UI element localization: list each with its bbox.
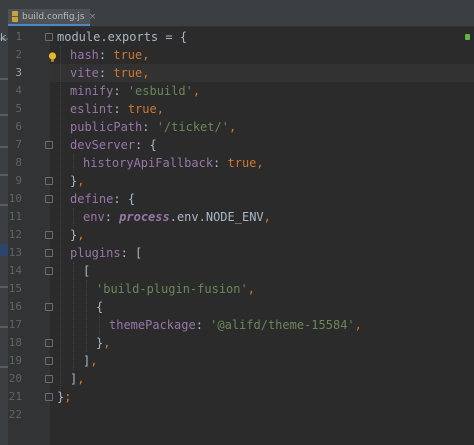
code-line-19[interactable]: ], bbox=[83, 352, 97, 370]
indent-guide bbox=[73, 208, 74, 226]
code-line-10[interactable]: define: { bbox=[70, 190, 135, 208]
line-number[interactable]: 9 bbox=[0, 172, 22, 190]
fold-marker[interactable] bbox=[45, 195, 53, 203]
tab-filename: build.config.js bbox=[22, 11, 85, 22]
fold-marker[interactable] bbox=[45, 33, 53, 41]
indent-guide bbox=[73, 154, 74, 172]
indent-guide bbox=[86, 280, 87, 352]
code-line-20[interactable]: ], bbox=[70, 370, 84, 388]
line-number[interactable]: 22 bbox=[0, 406, 22, 424]
line-number[interactable]: 6 bbox=[0, 118, 22, 136]
fold-marker[interactable] bbox=[45, 141, 53, 149]
line-number[interactable]: 2 bbox=[0, 46, 22, 64]
code-line-9[interactable]: }, bbox=[70, 172, 84, 190]
fold-marker[interactable] bbox=[45, 231, 53, 239]
code-line-6[interactable]: publicPath: '/ticket/', bbox=[70, 118, 236, 136]
fold-marker[interactable] bbox=[45, 393, 53, 401]
line-number[interactable]: 12 bbox=[0, 226, 22, 244]
line-number[interactable]: 15 bbox=[0, 280, 22, 298]
code-line-18[interactable]: }, bbox=[96, 334, 110, 352]
line-number[interactable]: 17 bbox=[0, 316, 22, 334]
file-tab[interactable]: build.config.js × bbox=[8, 9, 96, 26]
fold-marker[interactable] bbox=[45, 177, 53, 185]
line-number[interactable]: 13 bbox=[0, 244, 22, 262]
line-number[interactable]: 11 bbox=[0, 208, 22, 226]
inspection-ok-icon[interactable] bbox=[465, 34, 470, 40]
code-line-14[interactable]: [ bbox=[83, 262, 90, 280]
code-line-13[interactable]: plugins: [ bbox=[70, 244, 142, 262]
line-number[interactable]: 19 bbox=[0, 352, 22, 370]
line-number[interactable]: 21 bbox=[0, 388, 22, 406]
fold-marker[interactable] bbox=[45, 357, 53, 365]
fold-marker[interactable] bbox=[45, 303, 53, 311]
code-line-17[interactable]: themePackage: '@alifd/theme-15584', bbox=[109, 316, 362, 334]
code-line-7[interactable]: devServer: { bbox=[70, 136, 157, 154]
code-line-2[interactable]: hash: true, bbox=[70, 46, 150, 64]
fold-marker[interactable] bbox=[45, 249, 53, 257]
line-number[interactable]: 5 bbox=[0, 100, 22, 118]
js-file-icon bbox=[12, 11, 18, 22]
code-line-5[interactable]: eslint: true, bbox=[70, 100, 164, 118]
close-icon[interactable]: × bbox=[89, 12, 97, 22]
code-line-11[interactable]: env: process.env.NODE_ENV, bbox=[83, 208, 271, 226]
indent-guide bbox=[73, 262, 74, 370]
line-number[interactable]: 16 bbox=[0, 298, 22, 316]
code-line-15[interactable]: 'build-plugin-fusion', bbox=[96, 280, 255, 298]
code-line-1[interactable]: module.exports = { bbox=[57, 28, 187, 46]
line-number[interactable]: 4 bbox=[0, 82, 22, 100]
indent-guide bbox=[60, 46, 61, 398]
fold-marker[interactable] bbox=[45, 339, 53, 347]
fold-marker[interactable] bbox=[45, 375, 53, 383]
line-number[interactable]: 18 bbox=[0, 334, 22, 352]
line-number[interactable]: 7 bbox=[0, 136, 22, 154]
line-number[interactable]: 10 bbox=[0, 190, 22, 208]
code-line-12[interactable]: }, bbox=[70, 226, 84, 244]
code-line-8[interactable]: historyApiFallback: true, bbox=[83, 154, 264, 172]
line-number[interactable]: 3 bbox=[0, 64, 22, 82]
line-number[interactable]: 14 bbox=[0, 262, 22, 280]
code-line-21[interactable]: }; bbox=[57, 388, 71, 406]
line-number[interactable]: 20 bbox=[0, 370, 22, 388]
code-line-3[interactable]: vite: true, bbox=[70, 64, 150, 82]
line-number[interactable]: 1 bbox=[0, 28, 22, 46]
fold-marker[interactable] bbox=[45, 267, 53, 275]
code-line-4[interactable]: minify: 'esbuild', bbox=[70, 82, 200, 100]
code-line-16[interactable]: { bbox=[96, 298, 103, 316]
line-number[interactable]: 8 bbox=[0, 154, 22, 172]
lightbulb-icon[interactable] bbox=[48, 52, 57, 63]
indent-guide bbox=[99, 316, 100, 334]
